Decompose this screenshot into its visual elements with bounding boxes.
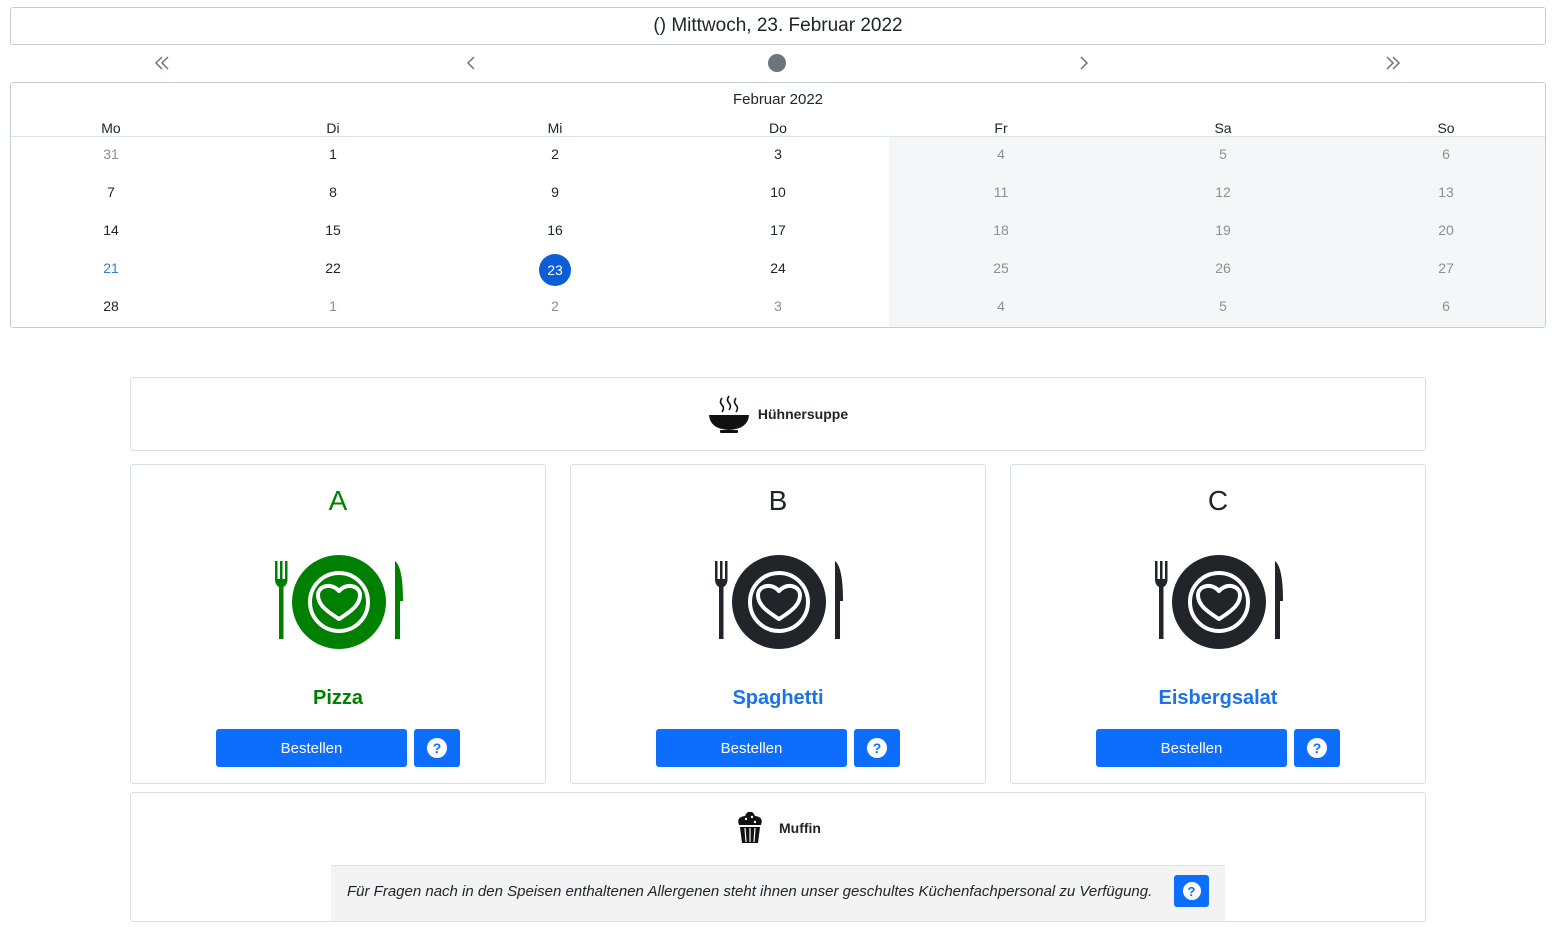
soup-name: Hühnersuppe	[757, 406, 849, 422]
calendar-day[interactable]: 5	[1203, 296, 1243, 316]
meal-letter: A	[328, 485, 348, 516]
month-calendar: Februar 2022 Mo Di Mi Do Fr Sa So 31 1 2 3 4 5 6 7 8 9 1…	[10, 82, 1546, 328]
weekday-label: Do	[769, 120, 787, 136]
calendar-day[interactable]: 12	[1203, 182, 1243, 202]
weekday-label: Fr	[994, 120, 1008, 136]
calendar-day[interactable]: 19	[1203, 220, 1243, 240]
weekday-label: Mo	[101, 120, 121, 136]
last-button[interactable]	[1378, 49, 1408, 77]
calendar-day[interactable]: 27	[1426, 258, 1466, 278]
soup-bowl-icon	[708, 395, 749, 433]
calendar-day[interactable]: 22	[313, 258, 353, 278]
calendar-day[interactable]: 1	[313, 144, 353, 164]
calendar-day[interactable]: 2	[535, 144, 575, 164]
order-button[interactable]: Bestellen	[656, 729, 847, 767]
date-display[interactable]: () Mittwoch, 23. Februar 2022	[10, 7, 1546, 45]
dessert-name: Muffin	[779, 820, 821, 836]
order-button[interactable]: Bestellen	[1096, 729, 1287, 767]
calendar-day[interactable]: 13	[1426, 182, 1466, 202]
order-button[interactable]: Bestellen	[216, 729, 407, 767]
meal-help-button[interactable]: ?	[1294, 729, 1340, 767]
weekday-header: Mo Di Mi Do Fr Sa So	[11, 118, 1545, 136]
weekday-label: Sa	[1214, 120, 1232, 136]
calendar-day[interactable]: 6	[1426, 144, 1466, 164]
calendar-day[interactable]: 24	[758, 258, 798, 278]
meal-letter: C	[1207, 485, 1229, 516]
meal-name: Eisbergsalat	[1158, 687, 1278, 709]
weekday-label: Mi	[547, 120, 563, 136]
first-button[interactable]	[147, 49, 177, 77]
allergen-text: Für Fragen nach in den Speisen enthalten…	[347, 883, 1153, 900]
dessert-card: Muffin Für Fragen nach in den Speisen en…	[130, 792, 1426, 922]
calendar-day[interactable]: 7	[91, 182, 131, 202]
calendar-day[interactable]: 17	[758, 220, 798, 240]
calendar-day[interactable]: 26	[1203, 258, 1243, 278]
meal-name: Spaghetti	[732, 687, 824, 709]
allergen-notice: Für Fragen nach in den Speisen enthalten…	[331, 865, 1225, 921]
chevron-left-icon	[466, 56, 475, 70]
calendar-day[interactable]: 20	[1426, 220, 1466, 240]
calendar-day[interactable]: 4	[981, 144, 1021, 164]
calendar-day[interactable]: 31	[91, 144, 131, 164]
question-icon: ?	[1307, 738, 1327, 758]
question-icon: ?	[867, 738, 887, 758]
meal-help-button[interactable]: ?	[854, 729, 900, 767]
calendar-day[interactable]: 21	[91, 258, 131, 278]
plate-heart-icon	[1155, 555, 1283, 649]
calendar-day[interactable]: 4	[981, 296, 1021, 316]
meal-help-button[interactable]: ?	[414, 729, 460, 767]
meal-card-c: C Eisbergsalat Bestellen ?	[1010, 464, 1426, 784]
calendar-day[interactable]: 18	[981, 220, 1021, 240]
meal-name: Pizza	[312, 687, 364, 709]
next-button[interactable]	[1069, 49, 1099, 77]
chevron-right-icon	[1080, 56, 1089, 70]
today-button[interactable]	[762, 49, 792, 77]
calendar-day[interactable]: 3	[758, 144, 798, 164]
question-icon: ?	[427, 738, 447, 758]
calendar-day[interactable]: 3	[758, 296, 798, 316]
weekday-label: Di	[326, 120, 340, 136]
meal-card-b: B Spaghetti Bestellen ?	[570, 464, 986, 784]
soup-card: Hühnersuppe	[130, 377, 1426, 451]
allergen-help-button[interactable]: ?	[1174, 875, 1209, 907]
double-chevron-left-icon	[154, 56, 169, 70]
calendar-day[interactable]: 2	[535, 296, 575, 316]
calendar-day[interactable]: 8	[313, 182, 353, 202]
date-text: () Mittwoch, 23. Februar 2022	[653, 15, 903, 36]
selected-day[interactable]: 23	[539, 254, 571, 286]
dot-icon	[768, 54, 786, 72]
calendar-navigation	[10, 49, 1546, 77]
calendar-day[interactable]: 15	[313, 220, 353, 240]
previous-button[interactable]	[456, 49, 486, 77]
meal-letter: B	[768, 485, 788, 516]
calendar-month-title: Februar 2022	[732, 91, 824, 108]
calendar-day[interactable]: 11	[981, 182, 1021, 202]
calendar-day[interactable]: 10	[758, 182, 798, 202]
calendar-day[interactable]: 5	[1203, 144, 1243, 164]
calendar-day[interactable]: 1	[313, 296, 353, 316]
muffin-icon	[738, 811, 762, 843]
calendar-day[interactable]: 6	[1426, 296, 1466, 316]
weekday-label: So	[1437, 120, 1455, 136]
calendar-divider	[11, 136, 1545, 137]
plate-heart-icon	[275, 555, 403, 649]
calendar-day[interactable]: 16	[535, 220, 575, 240]
calendar-day[interactable]: 9	[535, 182, 575, 202]
question-icon: ?	[1182, 882, 1201, 900]
plate-heart-icon	[715, 555, 843, 649]
calendar-day[interactable]: 28	[91, 296, 131, 316]
meal-card-a: A Pizza Bestellen ?	[130, 464, 546, 784]
double-chevron-right-icon	[1386, 56, 1401, 70]
calendar-day[interactable]: 14	[91, 220, 131, 240]
calendar-day[interactable]: 25	[981, 258, 1021, 278]
